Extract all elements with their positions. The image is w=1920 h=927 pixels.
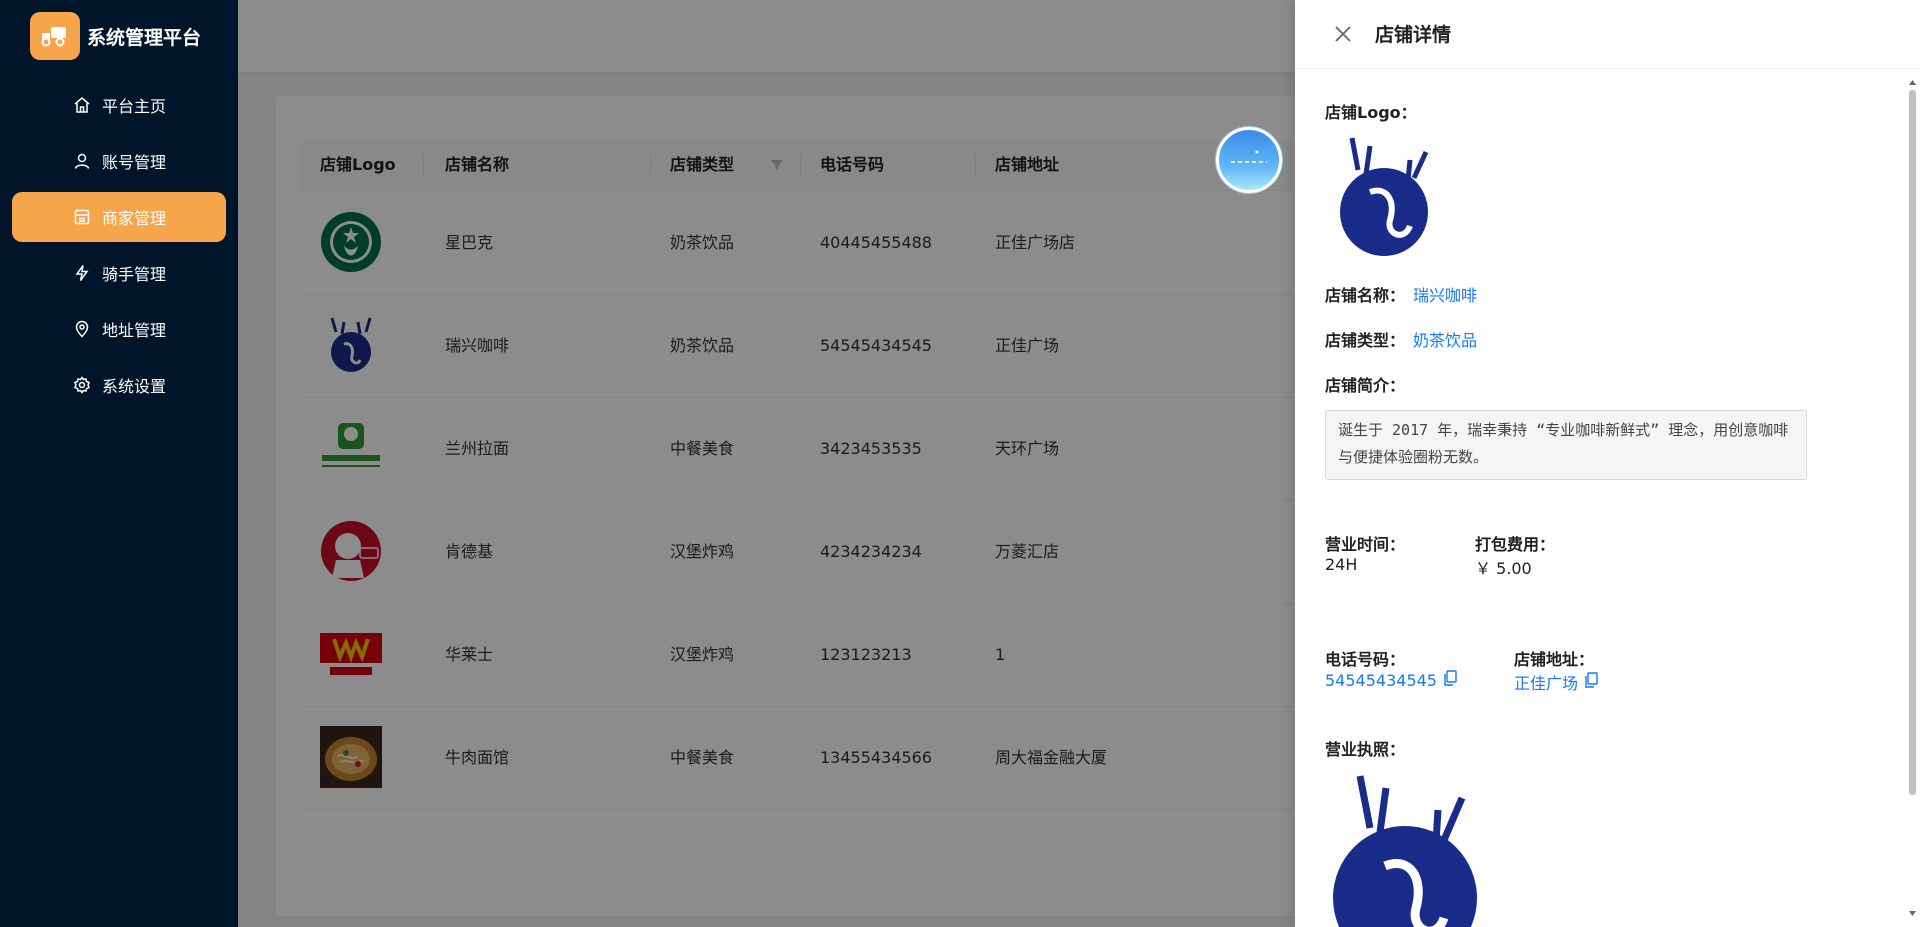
brand: 系统管理平台 — [30, 12, 201, 60]
sidebar-menu: 平台主页 账号管理 商家管理 骑手管理 地址管理 系统设置 — [12, 80, 226, 416]
sidebar-item-label: 系统设置 — [102, 377, 167, 396]
sidebar-item-settings[interactable]: 系统设置 — [12, 360, 226, 410]
copy-icon[interactable] — [1584, 672, 1598, 692]
sidebar-item-label: 账号管理 — [102, 153, 167, 172]
lightning-icon — [72, 263, 92, 283]
sidebar-item-merchants[interactable]: 商家管理 — [12, 192, 226, 242]
sidebar-item-riders[interactable]: 骑手管理 — [12, 248, 226, 298]
logo-label: 店铺Logo： — [1325, 103, 1417, 122]
home-icon — [72, 95, 92, 115]
sidebar-item-addresses[interactable]: 地址管理 — [12, 304, 226, 354]
luckin-logo-large — [1330, 134, 1440, 263]
sidebar-item-label: 骑手管理 — [102, 265, 167, 284]
location-icon — [72, 319, 92, 339]
store-type-value[interactable]: 奶茶饮品 — [1413, 327, 1477, 351]
store-name-label: 店铺名称： — [1325, 286, 1406, 305]
drawer-header: 店铺详情 — [1295, 0, 1920, 69]
sidebar-item-label: 地址管理 — [102, 321, 167, 340]
close-icon[interactable] — [1331, 22, 1355, 46]
store-detail-drawer: 店铺详情 店铺Logo： 店铺名称： 瑞兴咖啡 店铺类型： 奶茶饮品 店铺简介：… — [1295, 0, 1920, 927]
sidebar: 系统管理平台 平台主页 账号管理 商家管理 骑手管理 地址管理 系统设置 — [0, 0, 238, 927]
store-name-value[interactable]: 瑞兴咖啡 — [1413, 282, 1477, 306]
phone-label: 电话号码： — [1325, 650, 1406, 669]
store-intro-label: 店铺简介： — [1325, 376, 1406, 395]
sidebar-item-label: 商家管理 — [102, 209, 167, 228]
store-type-label: 店铺类型： — [1325, 331, 1406, 350]
scrollbar-thumb[interactable] — [1909, 90, 1916, 795]
business-hours-label: 营业时间： — [1325, 535, 1406, 554]
packing-fee-label: 打包费用： — [1475, 535, 1556, 554]
delivery-truck-icon — [30, 12, 80, 60]
sidebar-item-label: 平台主页 — [102, 97, 167, 116]
address-label: 店铺地址： — [1514, 650, 1595, 669]
shop-icon — [72, 207, 92, 227]
business-license-image — [1330, 770, 1480, 927]
drawer-scrollbar[interactable] — [1908, 78, 1916, 918]
user-icon — [72, 151, 92, 171]
drawer-title: 店铺详情 — [1375, 24, 1452, 46]
address-value[interactable]: 正佳广场 — [1514, 670, 1578, 694]
address-value-row: 正佳广场 — [1514, 670, 1598, 694]
phone-value[interactable]: 54545434545 — [1325, 671, 1437, 690]
packing-fee-value: ￥ 5.00 — [1475, 559, 1532, 578]
sidebar-item-accounts[interactable]: 账号管理 — [12, 136, 226, 186]
sidebar-item-home[interactable]: 平台主页 — [12, 80, 226, 130]
gear-icon — [72, 375, 92, 395]
business-license-label: 营业执照： — [1325, 740, 1406, 759]
floating-assistant-button[interactable] — [1216, 127, 1282, 193]
copy-icon[interactable] — [1443, 670, 1457, 690]
store-intro-text: 诞生于 2017 年，瑞幸秉持 “专业咖啡新鲜式” 理念，用创意咖啡与便捷体验圈… — [1325, 410, 1807, 480]
app-title: 系统管理平台 — [87, 26, 202, 49]
phone-value-row: 54545434545 — [1325, 670, 1457, 690]
business-hours-value: 24H — [1325, 555, 1358, 574]
